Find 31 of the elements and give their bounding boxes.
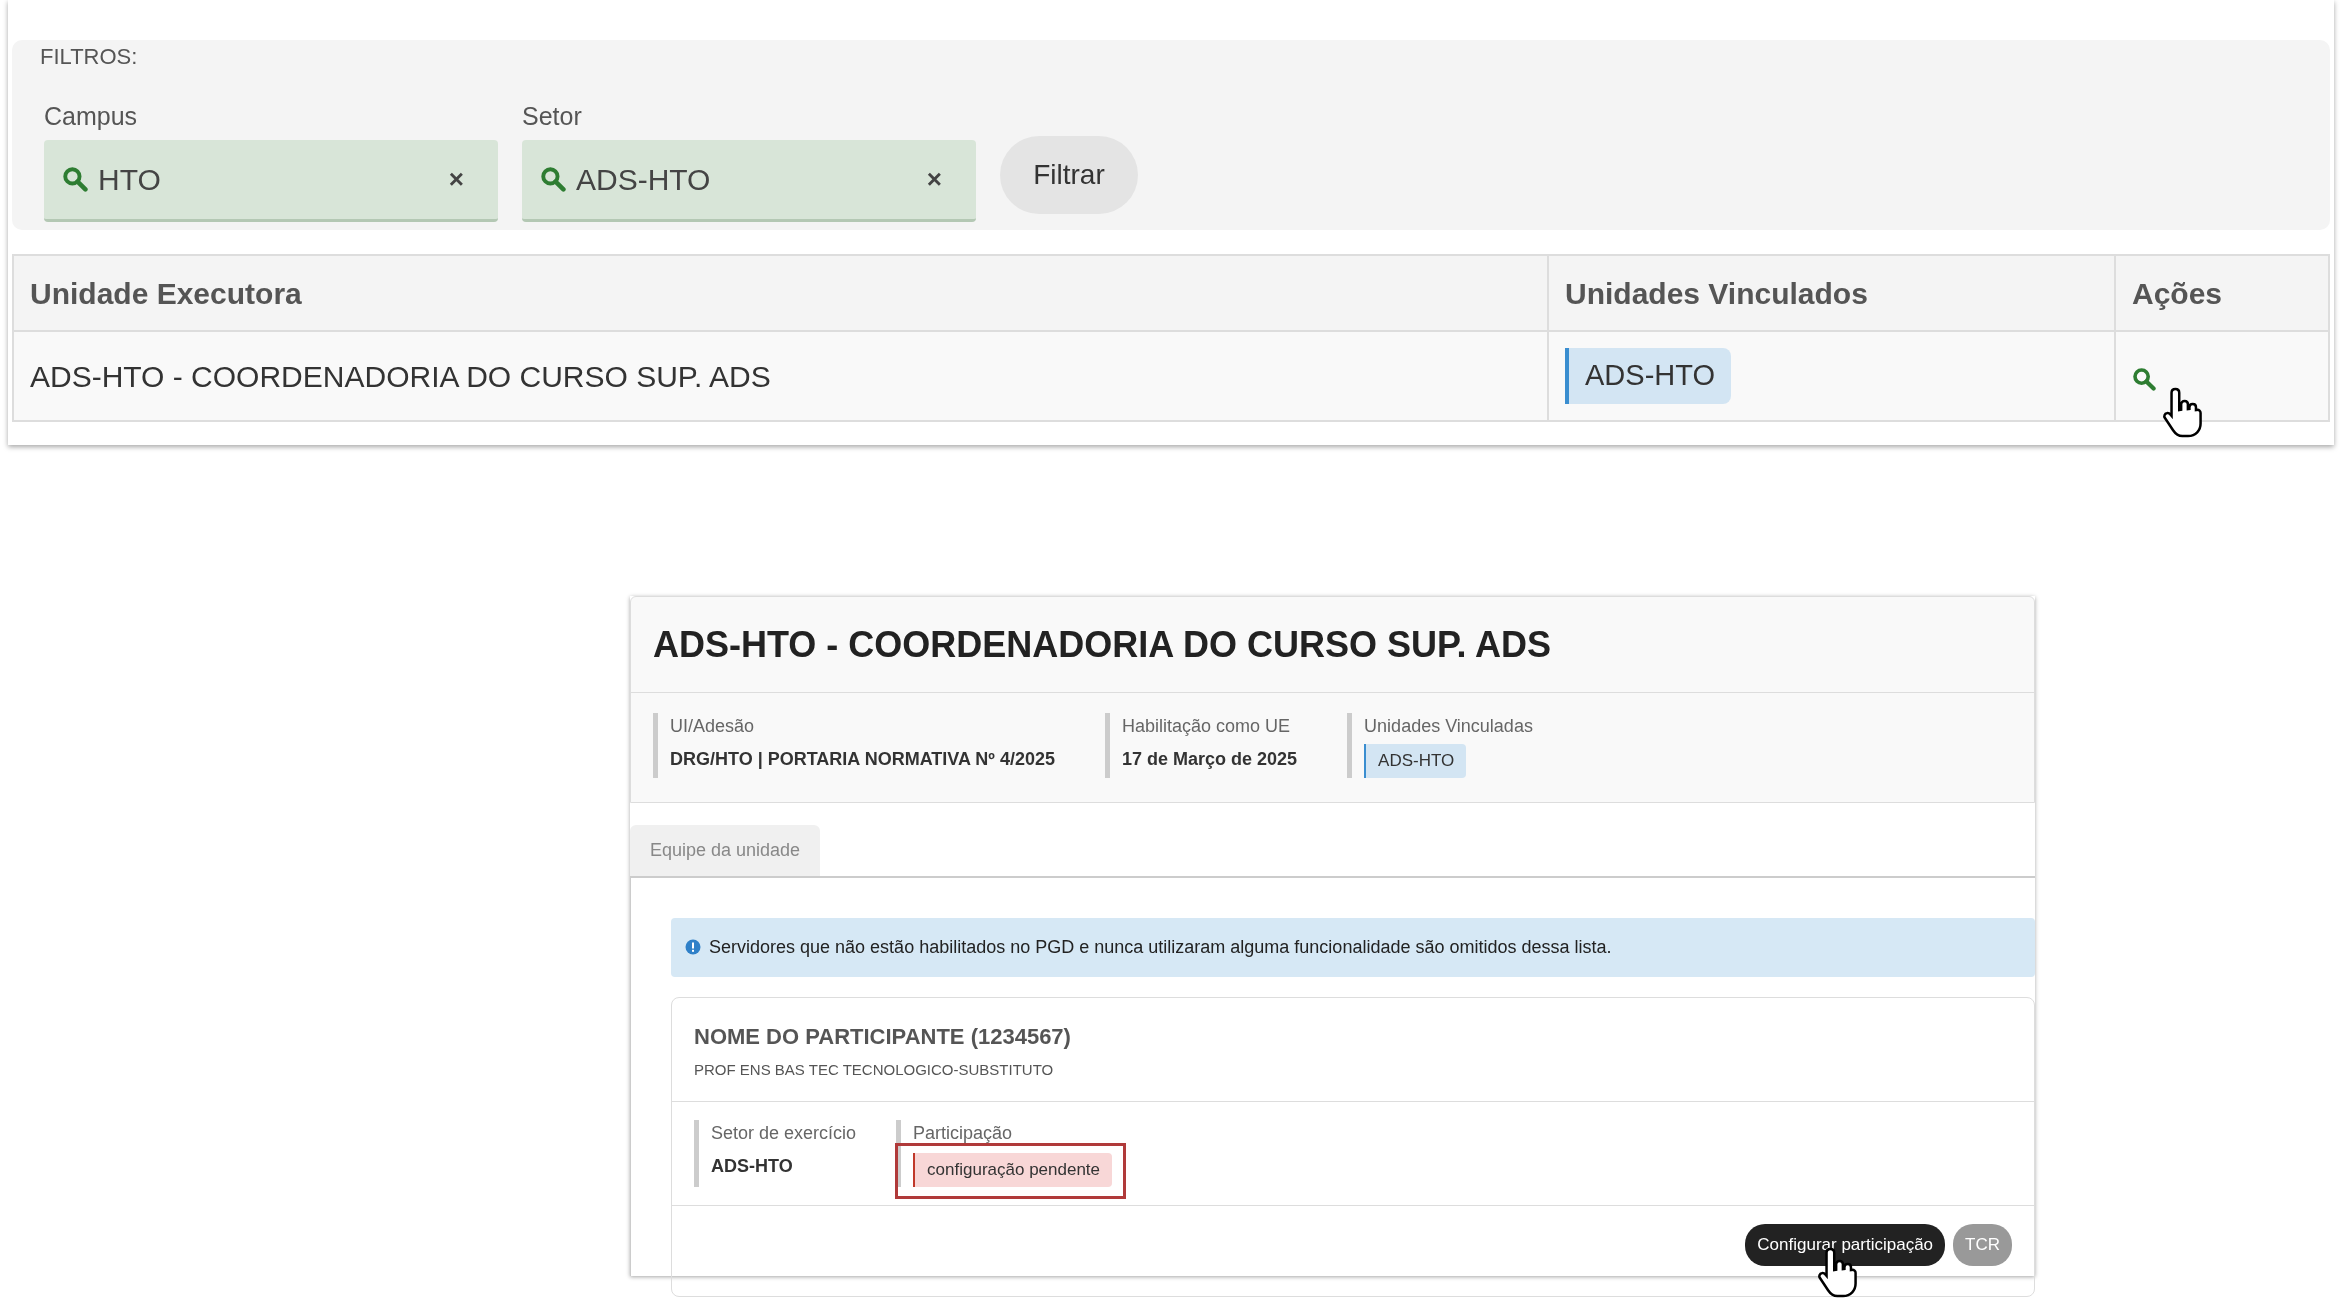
filter-heading: FILTROS: (40, 43, 138, 71)
search-icon (62, 166, 88, 192)
filter-button[interactable]: Filtrar (1000, 136, 1138, 214)
status-tag: configuração pendente (913, 1153, 1113, 1187)
column-header: Unidade Executora (13, 255, 1548, 331)
clear-button[interactable]: × (926, 159, 942, 199)
participant-name: NOME DO PARTICIPANTE (1234567) (694, 1022, 1072, 1051)
table-cell: ADS-HTO - COORDENADORIA DO CURSO SUP. ADS (13, 331, 1548, 421)
info-label: UI/Adesão (670, 715, 756, 739)
info-label: Setor de exercício (711, 1122, 857, 1146)
search-field[interactable]: ADS-HTO × (522, 139, 976, 222)
alert-text: Servidores que não estão habilitados no PGD e nunca utilizaram alguma funcionalidade são omitidos dessa lista. (709, 935, 1612, 959)
field-label: Campus (44, 101, 139, 132)
search-icon (540, 166, 566, 192)
info-label: Unidades Vinculadas (1364, 715, 1533, 739)
clear-button[interactable]: × (448, 159, 464, 199)
info-label: Participação (913, 1122, 1014, 1146)
participant-role: PROF ENS BAS TEC TECNOLOGICO-SUBSTITUTO (694, 1059, 1055, 1080)
info-value: DRG/HTO | PORTARIA NORMATIVA Nº 4/2025 (670, 748, 1055, 772)
action-button[interactable]: Configurar participação (1745, 1224, 1946, 1266)
column-header: Unidades Vinculados (1548, 255, 2115, 331)
unit-tag: ADS-HTO (1565, 348, 1731, 404)
detail-title: ADS-HTO - COORDENADORIA DO CURSO SUP. ADS (631, 597, 2034, 694)
unit-tag: ADS-HTO (1364, 744, 1467, 778)
field-label: Setor (522, 101, 583, 132)
info-label: Habilitação como UE (1122, 715, 1292, 739)
column-header: Ações (2115, 255, 2329, 331)
search-field[interactable]: HTO × (44, 139, 498, 222)
info-value: ADS-HTO (711, 1155, 794, 1179)
info-icon (685, 939, 701, 956)
info-value: 17 de Março de 2025 (1122, 748, 1298, 772)
